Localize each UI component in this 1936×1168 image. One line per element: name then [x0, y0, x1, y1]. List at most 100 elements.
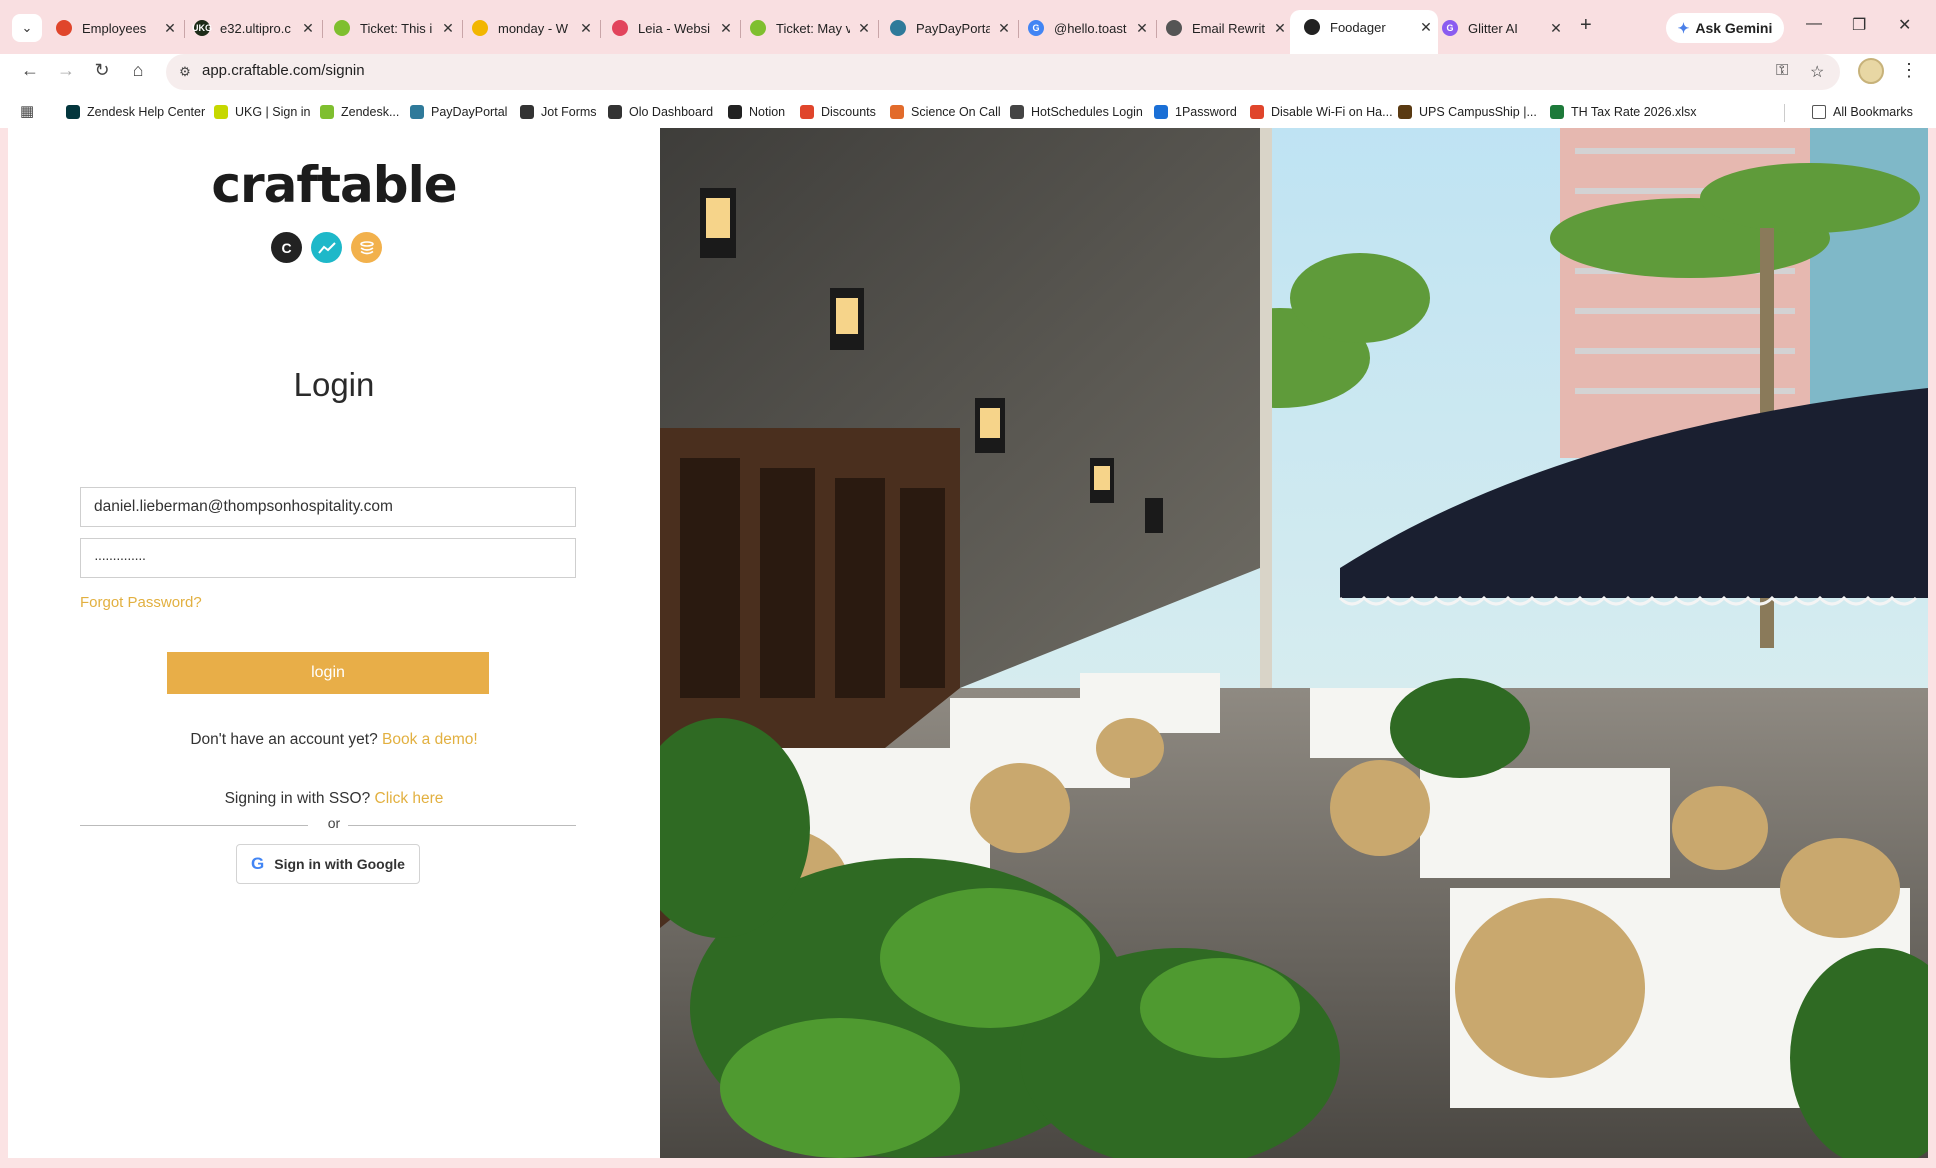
google-g-icon: G: [251, 854, 265, 873]
tab-label: @hello.toast: [1054, 20, 1127, 36]
ask-gemini-button[interactable]: ✦ Ask Gemini: [1666, 13, 1784, 43]
browser-tab[interactable]: monday - W ✕: [466, 12, 598, 44]
tab-favicon-icon: G: [1028, 20, 1044, 36]
browser-tab[interactable]: Leia - Websi ✕: [606, 12, 738, 44]
tab-favicon-icon: [334, 20, 350, 36]
bookmark-item[interactable]: HotSchedules Login: [1010, 101, 1143, 123]
tab-favicon-icon: [56, 20, 72, 36]
browser-tab[interactable]: G Glitter AI ✕: [1436, 12, 1568, 44]
browser-tab[interactable]: Email Rewrit ✕: [1160, 12, 1292, 44]
tab-close-icon[interactable]: ✕: [1548, 20, 1564, 37]
bookmark-item[interactable]: 1Password: [1154, 101, 1237, 123]
tab-label: monday - W: [498, 20, 569, 36]
tab-close-icon[interactable]: ✕: [996, 20, 1012, 37]
tab-label: Leia - Websi: [638, 20, 711, 36]
tab-label: Foodager: [1330, 19, 1386, 35]
bookmark-star-icon[interactable]: ☆: [1810, 62, 1824, 82]
bookmark-item[interactable]: Zendesk Help Center: [66, 101, 205, 123]
site-info-icon[interactable]: ⚙: [176, 63, 194, 81]
bookmark-label: PayDayPortal: [431, 105, 508, 119]
tab-label: Ticket: May v: [776, 20, 850, 36]
page-content: craftable C Login daniel.lieberman@thomp…: [8, 128, 1928, 1158]
bookmark-item[interactable]: Jot Forms: [520, 101, 597, 123]
tab-search-button[interactable]: ⌄: [12, 14, 42, 42]
sso-text: Signing in with SSO?: [224, 790, 371, 807]
all-bookmarks-button[interactable]: All Bookmarks: [1812, 101, 1913, 123]
password-key-icon[interactable]: ⚿: [1776, 62, 1788, 80]
tab-close-icon[interactable]: ✕: [1418, 19, 1434, 36]
tab-favicon-icon: [1304, 19, 1320, 35]
bookmark-label: UPS CampusShip |...: [1419, 105, 1537, 119]
profile-avatar[interactable]: [1858, 58, 1884, 84]
browser-tab[interactable]: Foodager ✕: [1290, 10, 1438, 54]
browser-tab[interactable]: UKG e32.ultipro.c ✕: [188, 12, 320, 44]
home-button[interactable]: ⌂: [124, 56, 152, 84]
patio-illustration: [660, 128, 1928, 1158]
bookmark-item[interactable]: Science On Call: [890, 101, 1001, 123]
password-field[interactable]: ··············: [80, 538, 576, 578]
sso-click-here-link[interactable]: Click here: [375, 790, 444, 807]
tab-favicon-icon: [612, 20, 628, 36]
bookmark-item[interactable]: Notion: [728, 101, 785, 123]
bookmark-item[interactable]: TH Tax Rate 2026.xlsx: [1550, 101, 1697, 123]
tab-close-icon[interactable]: ✕: [440, 20, 456, 37]
forward-button[interactable]: →: [52, 56, 80, 84]
bookmark-favicon-icon: [800, 105, 814, 119]
tab-close-icon[interactable]: ✕: [1134, 20, 1150, 37]
tab-separator: [1156, 20, 1157, 38]
bookmark-favicon-icon: [214, 105, 228, 119]
url-text[interactable]: app.craftable.com/signin: [202, 62, 365, 79]
analytics-trend-icon: [311, 232, 342, 263]
login-panel: craftable C Login daniel.lieberman@thomp…: [8, 128, 660, 1158]
bookmark-label: TH Tax Rate 2026.xlsx: [1571, 105, 1697, 119]
bookmark-label: Zendesk Help Center: [87, 105, 206, 119]
browser-tab[interactable]: Employees ✕: [50, 12, 182, 44]
login-button[interactable]: login: [167, 652, 489, 694]
maximize-button[interactable]: ❐: [1852, 15, 1866, 35]
tab-close-icon[interactable]: ✕: [1272, 20, 1288, 37]
product-icons: C: [271, 232, 382, 263]
bookmark-favicon-icon: [1398, 105, 1412, 119]
or-separator: or: [327, 815, 341, 831]
book-demo-link[interactable]: Book a demo!: [382, 731, 478, 748]
bookmark-favicon-icon: [728, 105, 742, 119]
new-tab-button[interactable]: +: [1580, 14, 1592, 37]
browser-tab[interactable]: G @hello.toast ✕: [1022, 12, 1154, 44]
apps-grid-icon[interactable]: ▦: [20, 102, 34, 120]
tab-label: e32.ultipro.c: [220, 20, 291, 36]
bookmark-item[interactable]: Disable Wi-Fi on Ha...: [1250, 101, 1393, 123]
bookmark-item[interactable]: UKG | Sign in: [214, 101, 311, 123]
tab-close-icon[interactable]: ✕: [162, 20, 178, 37]
bookmark-item[interactable]: UPS CampusShip |...: [1398, 101, 1537, 123]
forgot-password-link[interactable]: Forgot Password?: [80, 594, 202, 611]
bookmark-item[interactable]: PayDayPortal: [410, 101, 507, 123]
back-button[interactable]: ←: [16, 56, 44, 84]
ask-gemini-label: Ask Gemini: [1695, 20, 1773, 36]
reload-button[interactable]: ↻: [88, 56, 116, 84]
tab-close-icon[interactable]: ✕: [300, 20, 316, 37]
craftable-logo: craftable: [211, 156, 457, 214]
tab-separator: [878, 20, 879, 38]
login-heading: Login: [293, 366, 375, 403]
bookmark-item[interactable]: Olo Dashboard: [608, 101, 713, 123]
email-field[interactable]: daniel.lieberman@thompsonhospitality.com: [80, 487, 576, 527]
bookmark-item[interactable]: Discounts: [800, 101, 876, 123]
bookmark-favicon-icon: [1550, 105, 1564, 119]
tab-close-icon[interactable]: ✕: [578, 20, 594, 37]
google-signin-button[interactable]: G Sign in with Google: [236, 844, 420, 884]
bookmark-item[interactable]: Zendesk...: [320, 101, 399, 123]
address-bar[interactable]: [166, 54, 1840, 90]
tab-separator: [740, 20, 741, 38]
tab-close-icon[interactable]: ✕: [856, 20, 872, 37]
bookmark-favicon-icon: [1250, 105, 1264, 119]
browser-tab[interactable]: PayDayPorta ✕: [884, 12, 1016, 44]
browser-tab[interactable]: Ticket: This i ✕: [328, 12, 460, 44]
minimize-button[interactable]: —: [1806, 15, 1822, 33]
bookmark-label: Notion: [749, 105, 786, 119]
browser-menu-icon[interactable]: ⋮: [1900, 60, 1918, 81]
tab-close-icon[interactable]: ✕: [718, 20, 734, 37]
close-window-button[interactable]: ✕: [1898, 15, 1911, 35]
bookmark-label: UKG | Sign in: [235, 105, 311, 119]
tab-separator: [1018, 20, 1019, 38]
browser-tab[interactable]: Ticket: May v ✕: [744, 12, 876, 44]
